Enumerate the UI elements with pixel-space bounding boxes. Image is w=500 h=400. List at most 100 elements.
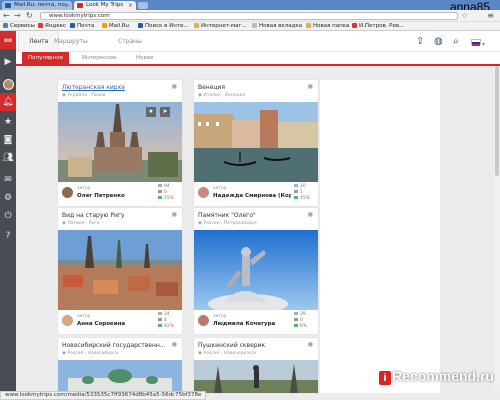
subtab-popular[interactable]: Популярное (22, 52, 70, 64)
address-bar-row: ← → ↻ www.lookmytrips.com ☆ ≡ (0, 10, 500, 22)
bookmark-item[interactable]: И.Петров. Рев... (352, 22, 404, 31)
tab-label: Look My Trips (86, 2, 124, 8)
cards-grid: Лютеранская кирха ● ◉ Украина , Львов ★ … (58, 80, 320, 393)
logo[interactable]: oo (0, 31, 16, 49)
status-bar-url: www.lookmytrips.com/media/533535c7ff9367… (0, 391, 207, 400)
share-icon[interactable]: ➤ (160, 107, 170, 117)
rating-icon (294, 196, 298, 199)
watermark: i Recommend.ru (379, 368, 494, 385)
card-title[interactable]: Вид на старую Ригу (62, 212, 168, 219)
browser-tab-mail[interactable]: Mail.Ru: почта, по... × (2, 1, 72, 10)
avatar[interactable] (0, 75, 16, 93)
trip-card[interactable]: Памятник "Олего" ● ◉ Россия , Петрозавод… (194, 208, 318, 334)
russian-flag-icon[interactable] (471, 39, 481, 46)
author-label: автор (77, 186, 91, 191)
reload-icon[interactable]: ↻ (26, 11, 33, 21)
rating-stat: 42% (158, 324, 178, 330)
close-icon[interactable]: × (64, 1, 69, 10)
help-icon[interactable]: ? (0, 227, 16, 245)
card-image[interactable] (194, 230, 318, 310)
mail-icon (70, 23, 75, 28)
more-icon[interactable]: ● (308, 83, 313, 90)
avatar[interactable] (62, 187, 73, 198)
bookmark-item[interactable]: Mail.Ru (102, 22, 129, 31)
mailru-icon (102, 23, 107, 28)
power-icon[interactable]: ⏻ (0, 207, 16, 225)
author-name[interactable]: Анна Сорокина (77, 321, 125, 327)
new-tab-button[interactable] (138, 2, 148, 9)
card-stats: 94 0 15% (158, 184, 178, 202)
back-icon[interactable]: ← (3, 11, 10, 21)
more-icon[interactable]: ● (172, 211, 177, 218)
tab-routes[interactable]: Маршруты (54, 31, 88, 52)
card-image[interactable] (194, 360, 318, 393)
bookmark-star-icon[interactable]: ☆ (461, 11, 468, 20)
close-icon[interactable]: × (128, 1, 133, 10)
bookmark-item[interactable]: Новая вкладка (252, 22, 302, 31)
card-footer: автор Анна Сорокина 34 4 42% (58, 310, 182, 334)
scrollbar-thumb[interactable] (495, 66, 499, 176)
people-icon[interactable]: 👥︎ (0, 149, 16, 167)
bell-icon[interactable]: 🔔︎ (0, 93, 16, 111)
search-icon (138, 23, 143, 28)
url-input[interactable]: www.lookmytrips.com (40, 12, 458, 20)
card-image[interactable] (194, 102, 318, 182)
card-stats: 39 0 6% (294, 312, 314, 330)
globe-icon[interactable]: ◍ (434, 36, 443, 47)
camera-icon[interactable]: ◙ (0, 131, 16, 149)
more-icon[interactable]: ● (172, 83, 177, 90)
play-icon[interactable]: ▶ (0, 53, 16, 71)
more-icon[interactable]: ● (308, 211, 313, 218)
card-image[interactable] (58, 230, 182, 310)
gear-icon[interactable]: ⚙ (0, 189, 16, 207)
forward-icon[interactable]: → (14, 11, 21, 21)
search-icon[interactable]: ⌕ (453, 36, 459, 47)
card-image[interactable]: ★ ➤ (58, 102, 182, 182)
trip-card[interactable]: Венеция ● ◉ Италия , Венеция автор Надеж… (194, 80, 318, 206)
bookmark-item[interactable]: Интернет-маг... (194, 22, 247, 31)
scrollbar[interactable] (494, 66, 500, 391)
card-title[interactable]: Памятник "Олего" (198, 212, 304, 219)
card-title[interactable]: Венеция (198, 84, 304, 91)
eye-icon (158, 312, 162, 315)
trip-card[interactable]: Вид на старую Ригу ● ◉ Латвия , Рига авт… (58, 208, 182, 334)
card-stats: 10 1 45% (294, 184, 314, 202)
author-name[interactable]: Олег Петренко (77, 193, 125, 199)
folder-icon (306, 23, 311, 28)
trip-card[interactable]: Пушкинский скверик ● ◉ Россия , Новочерк… (194, 338, 318, 393)
author-name[interactable]: Надежда Смирнова (Кор... (213, 193, 291, 199)
star-icon[interactable]: ★ (0, 113, 16, 131)
bookmark-item[interactable]: Яндекс (38, 22, 66, 31)
rating-icon (158, 324, 162, 327)
author-name[interactable]: Людмила Кочегура (213, 321, 275, 327)
star-icon[interactable]: ★ (146, 107, 156, 117)
trip-card[interactable]: Новосибирский государственн... ● ◉ Росси… (58, 338, 182, 393)
card-title[interactable]: Пушкинский скверик (198, 342, 304, 349)
avatar[interactable] (62, 315, 73, 326)
menu-icon[interactable]: ≡ (487, 11, 494, 20)
subtab-new[interactable]: Новое (130, 52, 160, 64)
right-panel (320, 80, 440, 393)
bookmark-item[interactable]: Новая папка (306, 22, 349, 31)
card-title[interactable]: Новосибирский государственн... (62, 342, 168, 349)
card-stats: 34 4 42% (158, 312, 178, 330)
app-sidebar: oo ▶ 🔔︎ ★ ◙ 👥︎ ✉ ⚙ ⏻ ? (0, 31, 16, 393)
mail-icon[interactable]: ✉ (0, 171, 16, 189)
folder-icon (194, 23, 199, 28)
bookmark-item[interactable]: Почта (70, 22, 94, 31)
trip-card[interactable]: Лютеранская кирха ● ◉ Украина , Львов ★ … (58, 80, 182, 206)
bookmark-item[interactable]: Поиск в Инте... (138, 22, 189, 31)
browser-tab-lookmytrips[interactable]: Look My Trips × (74, 1, 136, 10)
card-title[interactable]: Лютеранская кирха (62, 84, 168, 91)
avatar[interactable] (198, 315, 209, 326)
tab-countries[interactable]: Страны (118, 31, 142, 52)
avatar[interactable] (198, 187, 209, 198)
more-icon[interactable]: ● (308, 341, 313, 348)
upload-icon[interactable]: ⇪ (416, 36, 424, 47)
bookmark-item[interactable]: Сервисы (3, 22, 35, 31)
mail-favicon-icon (5, 3, 11, 8)
subtab-interesting[interactable]: Интересное (76, 52, 123, 64)
more-icon[interactable]: ● (172, 341, 177, 348)
chevron-down-icon[interactable]: ▾ (482, 39, 485, 50)
card-image[interactable] (58, 360, 182, 393)
